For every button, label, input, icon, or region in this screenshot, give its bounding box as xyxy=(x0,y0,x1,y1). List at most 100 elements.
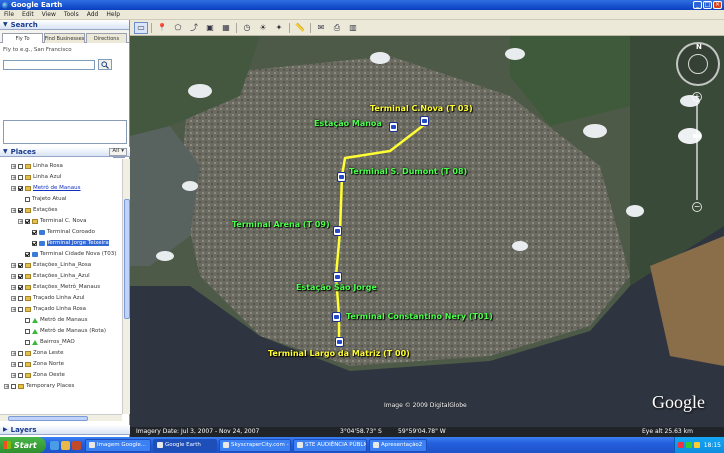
places-tree-item[interactable]: + Metrô de Manaus xyxy=(11,184,81,192)
sky-icon[interactable]: ✦ xyxy=(272,22,286,34)
look-joystick[interactable] xyxy=(688,54,708,74)
station-icon[interactable] xyxy=(335,337,344,347)
visibility-checkbox[interactable] xyxy=(18,295,23,301)
visibility-checkbox[interactable] xyxy=(25,328,30,334)
taskbar-button[interactable]: Google Earth xyxy=(153,438,217,452)
places-tree-item[interactable]: Bairros_MAO xyxy=(18,338,75,346)
expand-toggle-icon[interactable]: + xyxy=(11,207,16,213)
visibility-checkbox[interactable] xyxy=(18,361,23,367)
expand-toggle-icon[interactable]: + xyxy=(11,185,16,191)
map-label-terminal-c-nova[interactable]: Terminal C.Nova (T 03) xyxy=(370,104,473,113)
visibility-checkbox[interactable] xyxy=(25,317,30,323)
station-icon[interactable] xyxy=(337,172,346,182)
taskbar-button[interactable]: STE AUDIÊNCIA PÚBLIC... xyxy=(293,438,367,452)
tab-find-businesses[interactable]: Find Businesses xyxy=(44,33,85,43)
places-tree-item[interactable]: Metrô de Manaus xyxy=(18,316,88,324)
map-label-terminal-constantino-nery[interactable]: Terminal Constantino Nery (T01) xyxy=(346,312,493,321)
menu-tools[interactable]: Tools xyxy=(60,11,83,18)
map-view[interactable]: Terminal C.Nova (T 03) Estação Manoa Ter… xyxy=(130,36,724,437)
visibility-checkbox[interactable] xyxy=(32,229,37,235)
expand-toggle-icon[interactable]: + xyxy=(11,174,16,180)
station-icon[interactable] xyxy=(420,116,429,126)
visibility-checkbox[interactable] xyxy=(25,218,30,224)
image-overlay-icon[interactable]: ▣ xyxy=(203,22,217,34)
places-tree-item[interactable]: Terminal Jorge Teixeira xyxy=(25,239,109,247)
places-tree-item[interactable]: + Zona Leste xyxy=(11,349,64,357)
view-in-maps-icon[interactable]: ▥ xyxy=(346,22,360,34)
layers-panel-header[interactable]: ▶ Layers xyxy=(0,425,130,435)
places-tree-item[interactable]: + Zona Norte xyxy=(11,360,64,368)
antivirus-icon[interactable] xyxy=(677,442,684,448)
places-tree-item[interactable]: + Estações_Linha_Rosa xyxy=(11,261,91,269)
places-tree-item[interactable]: + Linha Azul xyxy=(11,173,61,181)
zoom-knob[interactable] xyxy=(693,134,701,138)
sidebar-toggle-icon[interactable]: ▭ xyxy=(134,21,148,34)
expand-toggle-icon[interactable]: + xyxy=(11,295,16,301)
visibility-checkbox[interactable] xyxy=(25,339,30,345)
folder-icon[interactable] xyxy=(61,440,70,450)
places-tree-item[interactable]: + Traçado Linha Azul xyxy=(11,294,85,302)
search-button[interactable] xyxy=(98,59,112,70)
zoom-track[interactable] xyxy=(693,104,701,200)
start-button[interactable]: Start xyxy=(0,437,46,453)
expand-toggle-icon[interactable]: + xyxy=(11,361,16,367)
visibility-checkbox[interactable] xyxy=(18,207,23,213)
map-label-estacao-manoa[interactable]: Estação Manoa xyxy=(314,119,382,128)
expand-toggle-icon[interactable]: + xyxy=(11,306,16,312)
search-input[interactable] xyxy=(3,59,95,70)
map-label-estacao-sao-jorge[interactable]: Estação São Jorge xyxy=(296,283,377,292)
polygon-icon[interactable]: ⬠ xyxy=(171,22,185,34)
map-label-terminal-s-dumont[interactable]: Terminal S. Dumont (T 08) xyxy=(349,167,467,176)
places-tree-item[interactable]: Metrô de Manaus (Rota) xyxy=(18,327,106,335)
search-panel-header[interactable]: ▼ Search xyxy=(0,20,129,30)
visibility-checkbox[interactable] xyxy=(25,251,30,257)
map-label-terminal-arena[interactable]: Terminal Arena (T 09) xyxy=(232,220,330,229)
places-tree-item[interactable]: Terminal Coroado xyxy=(25,228,95,236)
places-vertical-scrollbar[interactable] xyxy=(122,159,130,414)
taskbar-button[interactable]: SkyscraperCity.com - ... xyxy=(219,438,291,452)
places-panel-header[interactable]: ▼ Places All ▾ xyxy=(0,147,130,157)
visibility-checkbox[interactable] xyxy=(11,383,16,389)
internet-explorer-icon[interactable] xyxy=(50,440,59,450)
scrollbar-thumb[interactable] xyxy=(8,416,88,421)
menu-add[interactable]: Add xyxy=(83,11,103,18)
visibility-checkbox[interactable] xyxy=(18,284,23,290)
places-tree-item[interactable]: Terminal Cidade Nova (T03) xyxy=(18,250,116,258)
zoom-slider[interactable]: + − xyxy=(692,92,702,212)
path-icon[interactable]: ⤴ xyxy=(187,22,201,34)
expand-toggle-icon[interactable]: + xyxy=(11,350,16,356)
places-tree-item[interactable]: Trajeto Atual xyxy=(18,195,67,203)
expand-toggle-icon[interactable]: + xyxy=(11,284,16,290)
expand-toggle-icon[interactable]: + xyxy=(11,273,16,279)
network-icon[interactable] xyxy=(685,442,692,448)
maximize-button[interactable]: □ xyxy=(703,1,712,9)
placemark-icon[interactable]: 📍 xyxy=(155,22,169,34)
places-tree-item[interactable]: + Zona Oeste xyxy=(11,371,65,379)
navigation-compass[interactable]: N xyxy=(676,42,720,86)
tab-directions[interactable]: Directions xyxy=(86,33,127,43)
places-tree-item[interactable]: + Estações_Linha_Azul xyxy=(11,272,90,280)
places-tree-item[interactable]: + Traçado Linha Rosa xyxy=(11,305,86,313)
minimize-button[interactable]: _ xyxy=(693,1,702,9)
places-tree-item[interactable]: + Estações_Metrô_Manaus xyxy=(11,283,100,291)
visibility-checkbox[interactable] xyxy=(18,372,23,378)
taskbar-button[interactable]: Imagem Google... xyxy=(85,438,151,452)
expand-toggle-icon[interactable]: + xyxy=(18,218,23,224)
places-tree-item[interactable]: + Temporary Places xyxy=(4,382,74,390)
expand-toggle-icon[interactable]: + xyxy=(11,262,16,268)
visibility-checkbox[interactable] xyxy=(18,163,23,169)
visibility-checkbox[interactable] xyxy=(18,262,23,268)
visibility-checkbox[interactable] xyxy=(18,306,23,312)
places-filter-dropdown[interactable]: All ▾ xyxy=(109,147,127,156)
taskbar-button[interactable]: Apresentação2 xyxy=(369,438,427,452)
station-icon[interactable] xyxy=(333,226,342,236)
print-icon[interactable]: ⎙ xyxy=(330,22,344,34)
map-label-terminal-largo-da-matriz[interactable]: Terminal Largo da Matriz (T 00) xyxy=(268,349,410,358)
historical-imagery-icon[interactable]: ◷ xyxy=(240,22,254,34)
menu-view[interactable]: View xyxy=(38,11,60,18)
station-icon[interactable] xyxy=(332,312,341,322)
expand-toggle-icon[interactable]: + xyxy=(11,372,16,378)
ruler-icon[interactable]: 📏 xyxy=(293,22,307,34)
expand-toggle-icon[interactable]: + xyxy=(4,383,9,389)
search-results-box[interactable] xyxy=(3,120,127,144)
